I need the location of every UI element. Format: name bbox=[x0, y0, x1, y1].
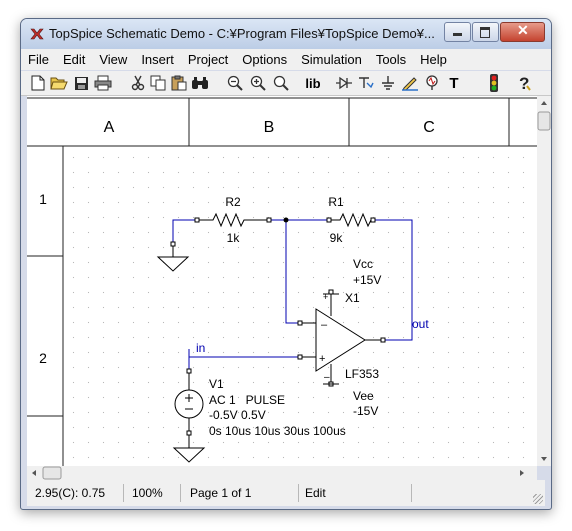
maximize-button[interactable] bbox=[472, 22, 499, 42]
menu-tools[interactable]: Tools bbox=[369, 49, 413, 70]
r2-name: R2 bbox=[225, 195, 241, 209]
menu-options[interactable]: Options bbox=[235, 49, 294, 70]
vcc-value: +15V bbox=[353, 273, 381, 287]
open-folder-icon[interactable] bbox=[50, 74, 68, 92]
vertical-scrollbar[interactable] bbox=[537, 96, 551, 466]
traffic-light-icon[interactable] bbox=[485, 74, 503, 92]
new-file-icon[interactable] bbox=[29, 74, 47, 92]
v1-line1: AC 1 PULSE bbox=[209, 393, 285, 407]
net-label-out: out bbox=[412, 317, 429, 331]
horizontal-scroll-thumb[interactable] bbox=[42, 466, 62, 480]
menu-help[interactable]: Help bbox=[413, 49, 454, 70]
column-label-b: B bbox=[264, 119, 275, 136]
menu-project[interactable]: Project bbox=[181, 49, 235, 70]
opamp-vcc-pin-mark: + bbox=[323, 292, 328, 302]
menu-edit[interactable]: Edit bbox=[56, 49, 92, 70]
menu-file[interactable]: File bbox=[21, 49, 56, 70]
v1-line3: 0s 10us 10us 30us 100us bbox=[209, 424, 346, 438]
find-icon[interactable] bbox=[191, 74, 209, 92]
app-icon bbox=[30, 28, 44, 40]
save-icon[interactable] bbox=[72, 74, 90, 92]
help-icon[interactable]: ? bbox=[515, 74, 533, 92]
copy-icon[interactable] bbox=[149, 74, 167, 92]
column-label-a: A bbox=[104, 119, 115, 136]
diode-icon[interactable] bbox=[335, 74, 353, 92]
ground-icon[interactable] bbox=[379, 74, 397, 92]
menu-simulation[interactable]: Simulation bbox=[294, 49, 369, 70]
net-label-in: in bbox=[196, 341, 205, 355]
minimize-button[interactable] bbox=[444, 22, 471, 42]
app-window: TopSpice Schematic Demo - C:¥Program Fil… bbox=[20, 18, 552, 510]
opamp-minus-pin-mark: – bbox=[321, 319, 328, 331]
transistor-icon[interactable] bbox=[357, 74, 375, 92]
vee-name: Vee bbox=[353, 389, 374, 403]
opamp-plus-pin-mark: + bbox=[319, 353, 325, 365]
window-title: TopSpice Schematic Demo - C:¥Program Fil… bbox=[49, 26, 435, 41]
row-label-1: 1 bbox=[39, 191, 47, 207]
status-coordinates: 2.95(C): 0.75 bbox=[35, 486, 106, 500]
cut-icon[interactable] bbox=[129, 74, 147, 92]
minimize-icon bbox=[453, 33, 462, 36]
wire-pencil-icon[interactable] bbox=[401, 74, 419, 92]
opamp-vee-pin-mark: – bbox=[324, 372, 330, 383]
menu-insert[interactable]: Insert bbox=[134, 49, 181, 70]
v1-name: V1 bbox=[209, 377, 224, 391]
status-bar: 2.95(C): 0.75 100% Page 1 of 1 Edit bbox=[27, 480, 545, 506]
schematic-canvas[interactable]: A B C 1 2 R2 1k R1 9k – + + – Vcc +15V X… bbox=[27, 96, 537, 466]
resize-grip-icon[interactable] bbox=[533, 494, 543, 504]
vertical-scroll-thumb[interactable] bbox=[537, 111, 551, 131]
row-label-2: 2 bbox=[39, 350, 47, 366]
scroll-right-icon[interactable] bbox=[520, 470, 524, 476]
scroll-up-icon[interactable] bbox=[541, 101, 547, 105]
title-bar[interactable]: TopSpice Schematic Demo - C:¥Program Fil… bbox=[21, 19, 551, 49]
menu-bar: File Edit View Insert Project Options Si… bbox=[21, 49, 551, 70]
paste-icon[interactable] bbox=[170, 74, 188, 92]
status-zoom: 100% bbox=[132, 486, 163, 500]
v1-line2: -0.5V 0.5V bbox=[209, 408, 266, 422]
menu-view[interactable]: View bbox=[92, 49, 134, 70]
scroll-left-icon[interactable] bbox=[32, 470, 36, 476]
scroll-down-icon[interactable] bbox=[541, 457, 547, 461]
toolbar: lib T ? bbox=[21, 71, 551, 96]
r2-value: 1k bbox=[227, 231, 241, 245]
library-icon[interactable]: lib bbox=[300, 74, 326, 92]
svg-text:?: ? bbox=[519, 74, 529, 92]
column-label-c: C bbox=[423, 119, 435, 136]
status-page: Page 1 of 1 bbox=[190, 486, 252, 500]
vcc-name: Vcc bbox=[353, 257, 373, 271]
text-tool-icon[interactable]: T bbox=[445, 74, 463, 92]
r1-value: 9k bbox=[330, 231, 344, 245]
probe-icon[interactable] bbox=[423, 74, 441, 92]
zoom-fit-icon[interactable] bbox=[272, 74, 290, 92]
zoom-in-icon[interactable] bbox=[249, 74, 267, 92]
status-mode: Edit bbox=[305, 486, 326, 500]
maximize-icon bbox=[480, 27, 490, 38]
close-icon: ✕ bbox=[517, 22, 529, 38]
horizontal-scrollbar[interactable] bbox=[27, 466, 537, 480]
opamp-model: LF353 bbox=[345, 367, 379, 381]
opamp-name: X1 bbox=[345, 291, 360, 305]
r1-name: R1 bbox=[328, 195, 344, 209]
close-button[interactable]: ✕ bbox=[500, 22, 545, 42]
dot-grid bbox=[63, 146, 537, 466]
zoom-out-icon[interactable] bbox=[226, 74, 244, 92]
vee-value: -15V bbox=[353, 404, 378, 418]
print-icon[interactable] bbox=[94, 74, 112, 92]
junction-node bbox=[283, 217, 289, 223]
